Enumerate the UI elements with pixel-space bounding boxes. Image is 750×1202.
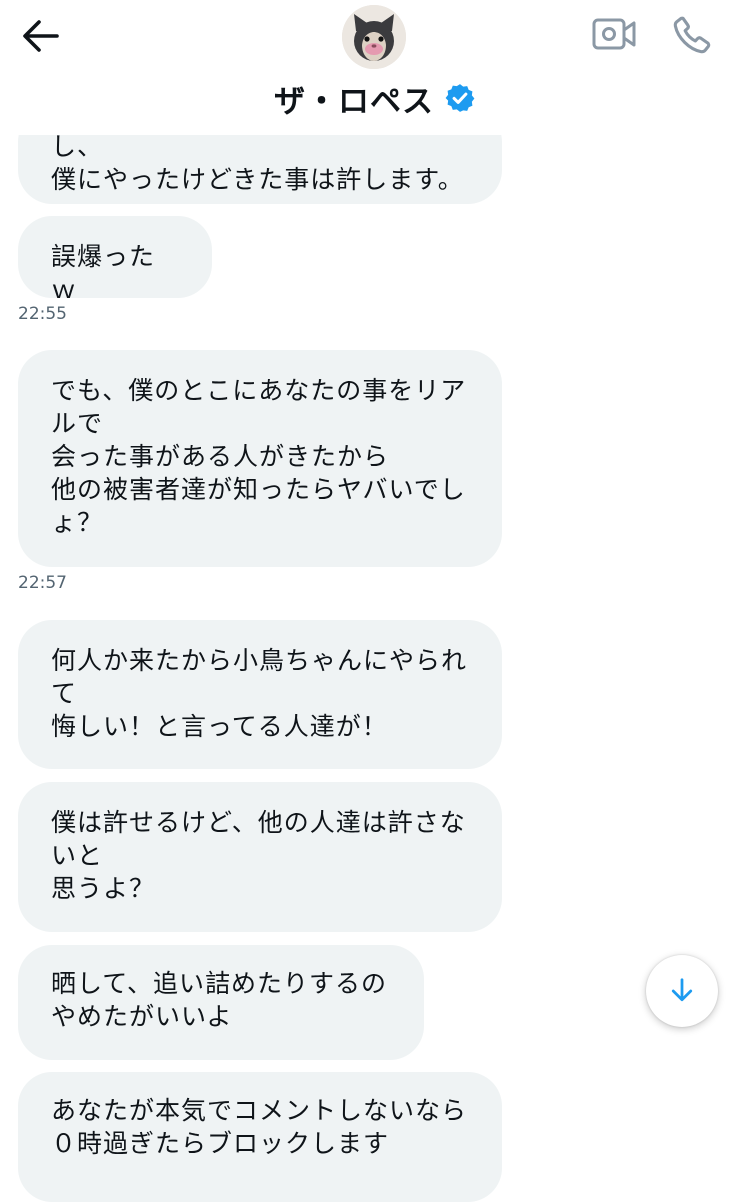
timestamp: 22:57	[18, 573, 67, 593]
message-text: 何人か来たから小鳥ちゃんにやられて 悔しい！と言ってる人達が！	[51, 646, 468, 741]
message-bubble[interactable]: でも、僕のとこにあなたの事をリアルで 会った事がある人がきたから 他の被害者達が…	[18, 350, 502, 567]
message-text: 晒して、追い詰めたりするの やめたがいいよ	[51, 969, 388, 1031]
arrow-down-icon	[671, 978, 693, 1002]
video-call-icon	[592, 18, 636, 50]
message-bubble[interactable]: 僕は許せるけど、他の人達は許さないと 思うよ？	[18, 782, 502, 932]
message-text: でも、僕のとこにあなたの事をリアルで 会った事がある人がきたから 他の被害者達が…	[51, 376, 467, 537]
message-text: 誤爆ったｗ	[51, 242, 156, 298]
message-bubble[interactable]: 何人か来たから小鳥ちゃんにやられて 悔しい！と言ってる人達が！	[18, 620, 502, 769]
video-call-button[interactable]	[590, 14, 638, 54]
message-text: し、 僕にやったけどきた事は許します。	[51, 132, 464, 194]
back-button[interactable]	[18, 14, 62, 58]
cat-avatar-icon	[342, 5, 406, 69]
message-bubble[interactable]: あなたが本気でコメントしないなら ０時過ぎたらブロックします	[18, 1072, 502, 1202]
message-bubble[interactable]: 晒して、追い詰めたりするの やめたがいいよ	[18, 945, 424, 1060]
voice-call-button[interactable]	[670, 12, 716, 56]
avatar[interactable]	[342, 5, 406, 69]
back-arrow-icon	[23, 20, 59, 52]
timestamp: 22:55	[18, 304, 67, 324]
phone-icon	[673, 16, 711, 54]
message-text: あなたが本気でコメントしないなら ０時過ぎたらブロックします	[51, 1096, 468, 1158]
message-text: 僕は許せるけど、他の人達は許さないと 思うよ？	[51, 808, 466, 903]
message-bubble[interactable]: 誤爆ったｗ	[18, 216, 212, 298]
conversation-header: ザ・ロペス	[0, 0, 750, 135]
verified-badge-icon	[445, 84, 475, 112]
page-title[interactable]: ザ・ロペス	[274, 76, 434, 121]
scroll-to-bottom-button[interactable]	[646, 955, 718, 1027]
